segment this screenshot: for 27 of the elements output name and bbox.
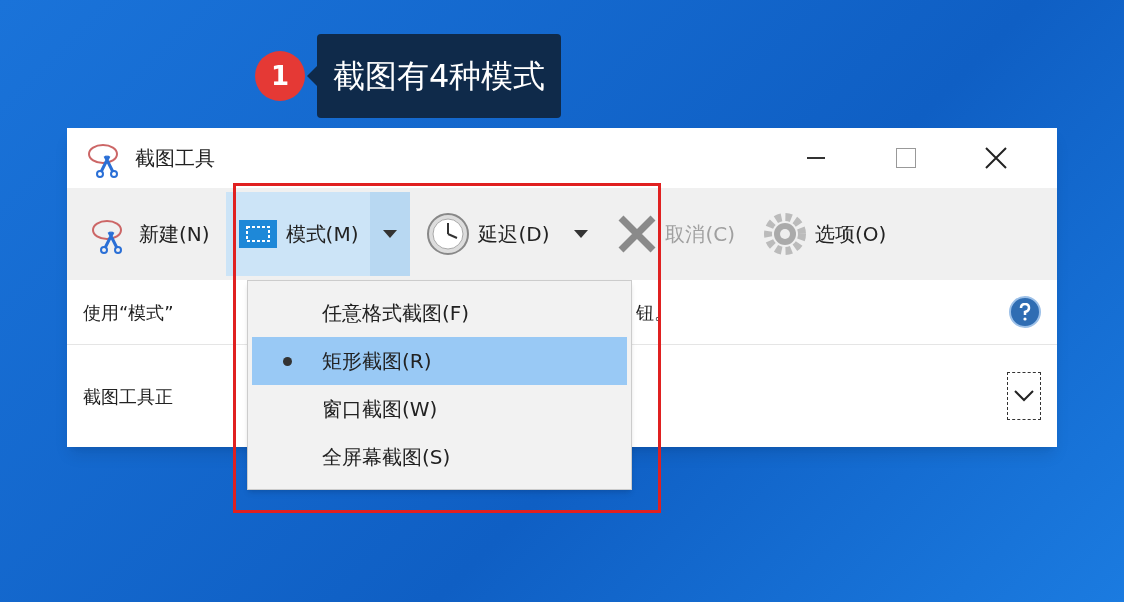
close-icon xyxy=(985,147,1007,169)
maximize-icon xyxy=(896,148,916,168)
menu-item[interactable]: 全屏幕截图(S) xyxy=(252,433,627,481)
toolbar-button[interactable]: 延迟(D) xyxy=(414,192,562,276)
caret-icon xyxy=(574,230,589,238)
hint-text: 使用“模式” xyxy=(83,300,174,325)
status-text: 截图工具正 xyxy=(83,384,173,409)
menu-item[interactable]: 任意格式截图(F) xyxy=(252,289,627,337)
caret-icon xyxy=(383,230,398,238)
help-icon[interactable] xyxy=(1009,296,1041,328)
close-icon xyxy=(617,214,658,254)
toolbar-button[interactable]: 模式(M) xyxy=(225,192,371,276)
bullet-icon xyxy=(282,356,292,366)
rectangle-icon xyxy=(237,219,278,249)
menu-item[interactable]: 窗口截图(W) xyxy=(252,385,627,433)
window-title: 截图工具 xyxy=(135,145,215,172)
gear-icon xyxy=(763,212,808,256)
clock-icon xyxy=(426,212,471,256)
callout-pointer xyxy=(307,66,317,86)
toolbar-button[interactable]: 新建(N) xyxy=(75,192,222,276)
minimize-icon xyxy=(807,157,825,159)
step-number-badge: 1 xyxy=(255,51,305,101)
expand-button[interactable] xyxy=(1007,372,1041,420)
menu-item[interactable]: 矩形截图(R) xyxy=(252,337,627,385)
chevron-down-icon xyxy=(1014,390,1034,402)
dropdown-button[interactable] xyxy=(370,192,411,276)
toolbar-button[interactable]: 选项(O) xyxy=(751,192,899,276)
